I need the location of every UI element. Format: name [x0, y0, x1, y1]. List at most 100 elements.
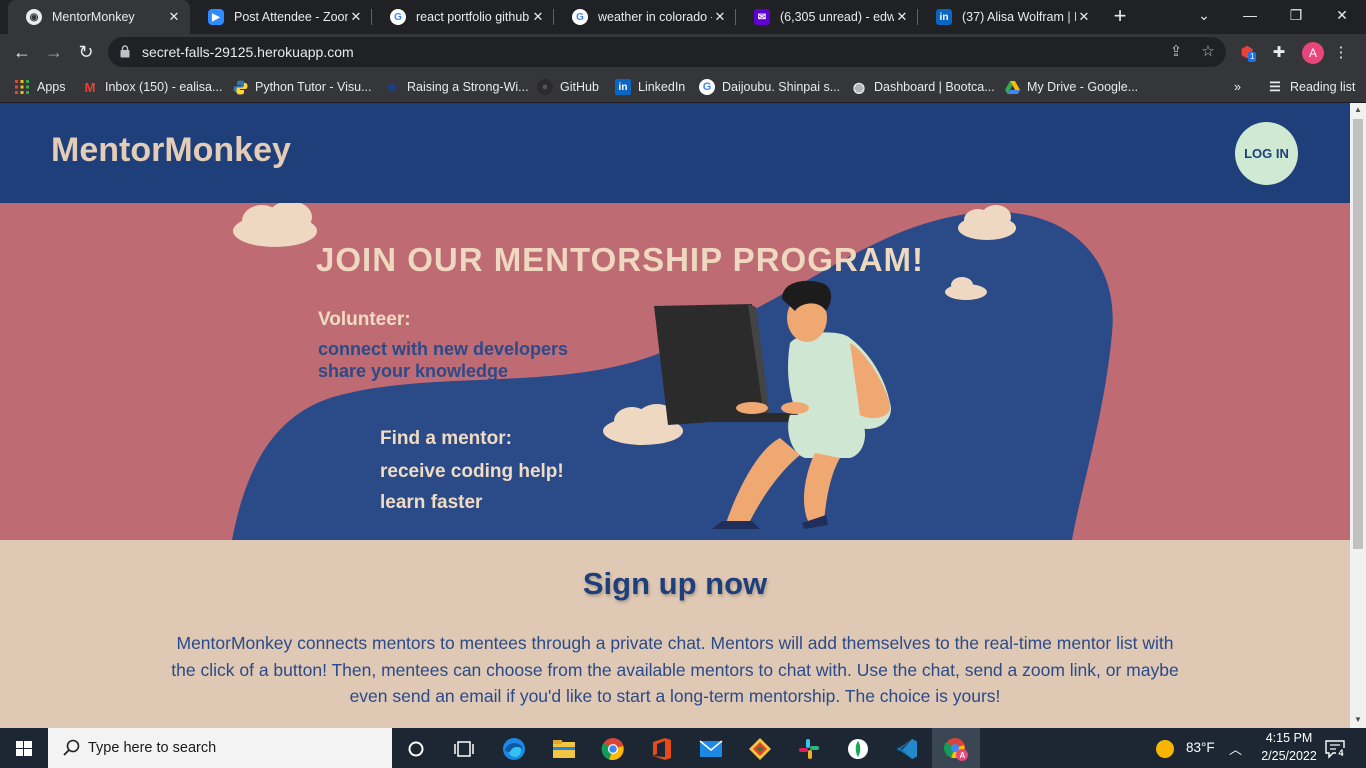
profile-avatar[interactable]: A	[1302, 42, 1324, 64]
windows-taskbar: Type here to search A 83°F ︿ 4:15 PM 2/2…	[0, 728, 1366, 768]
bookmark-label: Python Tutor - Visu...	[255, 80, 372, 94]
tab-weather[interactable]: G weather in colorado - ✕	[554, 0, 736, 34]
volunteer-line: share your knowledge	[318, 361, 509, 381]
svg-text:A: A	[960, 751, 966, 760]
task-view-icon[interactable]	[451, 736, 477, 762]
page-scrollbar[interactable]: ▲ ▼	[1350, 103, 1366, 728]
close-icon[interactable]: ✕	[894, 9, 910, 25]
extensions-puzzle-icon[interactable]: ✚	[1268, 42, 1290, 64]
hero-title: JOIN OUR MENTORSHIP PROGRAM!	[316, 241, 924, 278]
new-tab-button[interactable]: +	[1108, 4, 1132, 28]
url-text[interactable]: secret-falls-29125.herokuapp.com	[142, 44, 354, 60]
bookmark-linkedin[interactable]: in LinkedIn	[615, 77, 685, 97]
bookmarks-bar: Apps M Inbox (150) - ealisa... Python Tu…	[0, 70, 1366, 103]
chrome-icon[interactable]	[600, 736, 626, 762]
close-icon[interactable]: ✕	[712, 9, 728, 25]
mentor-line: learn faster	[380, 492, 483, 513]
browser-tab-strip: ◉ MentorMonkey ✕ ▶ Post Attendee - Zoom …	[0, 0, 1366, 34]
site-brand[interactable]: MentorMonkey	[51, 131, 291, 170]
tab-title: Post Attendee - Zoom	[234, 10, 348, 24]
tab-search-chevron-icon[interactable]: ⌄	[1181, 0, 1227, 34]
close-icon[interactable]: ✕	[530, 9, 546, 25]
back-button[interactable]: ←	[8, 38, 36, 66]
share-icon[interactable]: ⇪	[1166, 42, 1186, 62]
bookmark-python-tutor[interactable]: Python Tutor - Visu...	[232, 77, 372, 97]
bookmark-daijoubu[interactable]: G Daijoubu. Shinpai s...	[699, 77, 840, 97]
taskbar-search-box[interactable]: Type here to search	[48, 728, 392, 768]
bookmark-label: Dashboard | Bootca...	[874, 80, 995, 94]
browser-toolbar: ← → ↻ secret-falls-29125.herokuapp.com ⇪…	[0, 34, 1366, 70]
tab-linkedin[interactable]: in (37) Alisa Wolfram | Li ✕	[918, 0, 1100, 34]
signup-description: MentorMonkey connects mentors to mentees…	[171, 633, 1179, 706]
extension-icon[interactable]: ⬢ 1	[1236, 42, 1258, 64]
lock-icon	[120, 45, 130, 58]
google-icon: G	[572, 9, 588, 25]
tab-yahoo-mail[interactable]: ✉ (6,305 unread) - edwa ✕	[736, 0, 918, 34]
reading-list-button[interactable]: ☰ Reading list	[1267, 77, 1355, 97]
minimize-button[interactable]: —	[1227, 0, 1273, 34]
tab-react-portfolio[interactable]: G react portfolio github ✕	[372, 0, 554, 34]
python-icon	[232, 79, 248, 95]
close-icon[interactable]: ✕	[1076, 9, 1092, 25]
globe-icon: ◍	[852, 78, 866, 95]
clock-date[interactable]: 2/25/2022	[1254, 749, 1324, 763]
bookmark-apps[interactable]: Apps	[14, 77, 66, 97]
weather-temperature[interactable]: 83°F	[1186, 740, 1215, 755]
office-icon[interactable]	[649, 736, 675, 762]
bookmark-github[interactable]: ● GitHub	[537, 77, 599, 97]
tray-chevron-icon[interactable]: ︿	[1229, 739, 1242, 758]
weather-sun-icon[interactable]	[1152, 736, 1178, 762]
chrome-menu-icon[interactable]: ⋮	[1330, 42, 1352, 64]
mail-icon[interactable]	[698, 736, 724, 762]
cloud-icon	[233, 203, 317, 247]
clock-time[interactable]: 4:15 PM	[1260, 731, 1318, 745]
mongodb-compass-icon[interactable]	[845, 736, 871, 762]
chrome-profile-icon[interactable]: A	[943, 736, 969, 762]
volunteer-line: connect with new developers	[318, 339, 569, 359]
vscode-icon[interactable]	[894, 736, 920, 762]
tab-title: MentorMonkey	[52, 10, 135, 24]
close-icon[interactable]: ✕	[348, 9, 364, 25]
tab-title: react portfolio github	[416, 10, 530, 24]
bookmarks-overflow-icon[interactable]: »	[1234, 77, 1241, 97]
login-button[interactable]: LOG IN	[1235, 122, 1298, 185]
zoom-icon: ▶	[208, 9, 224, 25]
file-explorer-icon[interactable]	[551, 736, 577, 762]
scrollbar-thumb[interactable]	[1353, 119, 1363, 549]
search-icon	[63, 739, 80, 756]
close-window-button[interactable]: ✕	[1319, 0, 1365, 34]
bookmark-dashboard[interactable]: ◍ Dashboard | Bootca...	[851, 77, 995, 97]
reload-button[interactable]: ↻	[72, 38, 100, 66]
maximize-button[interactable]: ❐	[1273, 0, 1319, 34]
reading-list-icon: ☰	[1269, 79, 1281, 94]
apps-grid-icon	[14, 79, 30, 95]
signup-heading: Sign up now	[582, 566, 768, 601]
volunteer-heading: Volunteer:	[318, 309, 411, 330]
start-button[interactable]	[0, 728, 48, 768]
close-icon[interactable]: ✕	[166, 9, 182, 25]
bookmark-label: Daijoubu. Shinpai s...	[722, 80, 841, 94]
tab-title: (6,305 unread) - edwa	[780, 10, 894, 24]
cortana-icon[interactable]	[403, 736, 429, 762]
yahoo-mail-icon: ✉	[754, 9, 770, 25]
slack-icon[interactable]	[796, 736, 822, 762]
bookmark-label: Inbox (150) - ealisa...	[105, 80, 223, 94]
tab-mentormonkey[interactable]: ◉ MentorMonkey ✕	[8, 0, 190, 34]
address-bar[interactable]: secret-falls-29125.herokuapp.com ⇪ ☆	[108, 37, 1226, 67]
tab-zoom[interactable]: ▶ Post Attendee - Zoom ✕	[190, 0, 372, 34]
reading-list-label: Reading list	[1290, 80, 1356, 94]
bookmark-star-icon[interactable]: ☆	[1198, 42, 1218, 62]
bookmark-gmail[interactable]: M Inbox (150) - ealisa...	[82, 77, 223, 97]
bookmark-label: My Drive - Google...	[1027, 80, 1139, 94]
forward-button[interactable]: →	[40, 38, 68, 66]
bookmark-label: Apps	[37, 80, 66, 94]
edge-icon[interactable]	[501, 736, 527, 762]
google-icon: G	[390, 9, 406, 25]
gmail-icon: M	[84, 79, 96, 95]
bookmark-raising[interactable]: ★ Raising a Strong-Wi...	[384, 77, 529, 97]
bookmark-google-drive[interactable]: My Drive - Google...	[1004, 77, 1138, 97]
scroll-down-arrow-icon[interactable]: ▼	[1353, 715, 1363, 725]
scroll-up-arrow-icon[interactable]: ▲	[1353, 105, 1363, 115]
notification-center-icon[interactable]: 4	[1322, 736, 1348, 762]
git-kraken-icon[interactable]	[747, 736, 773, 762]
